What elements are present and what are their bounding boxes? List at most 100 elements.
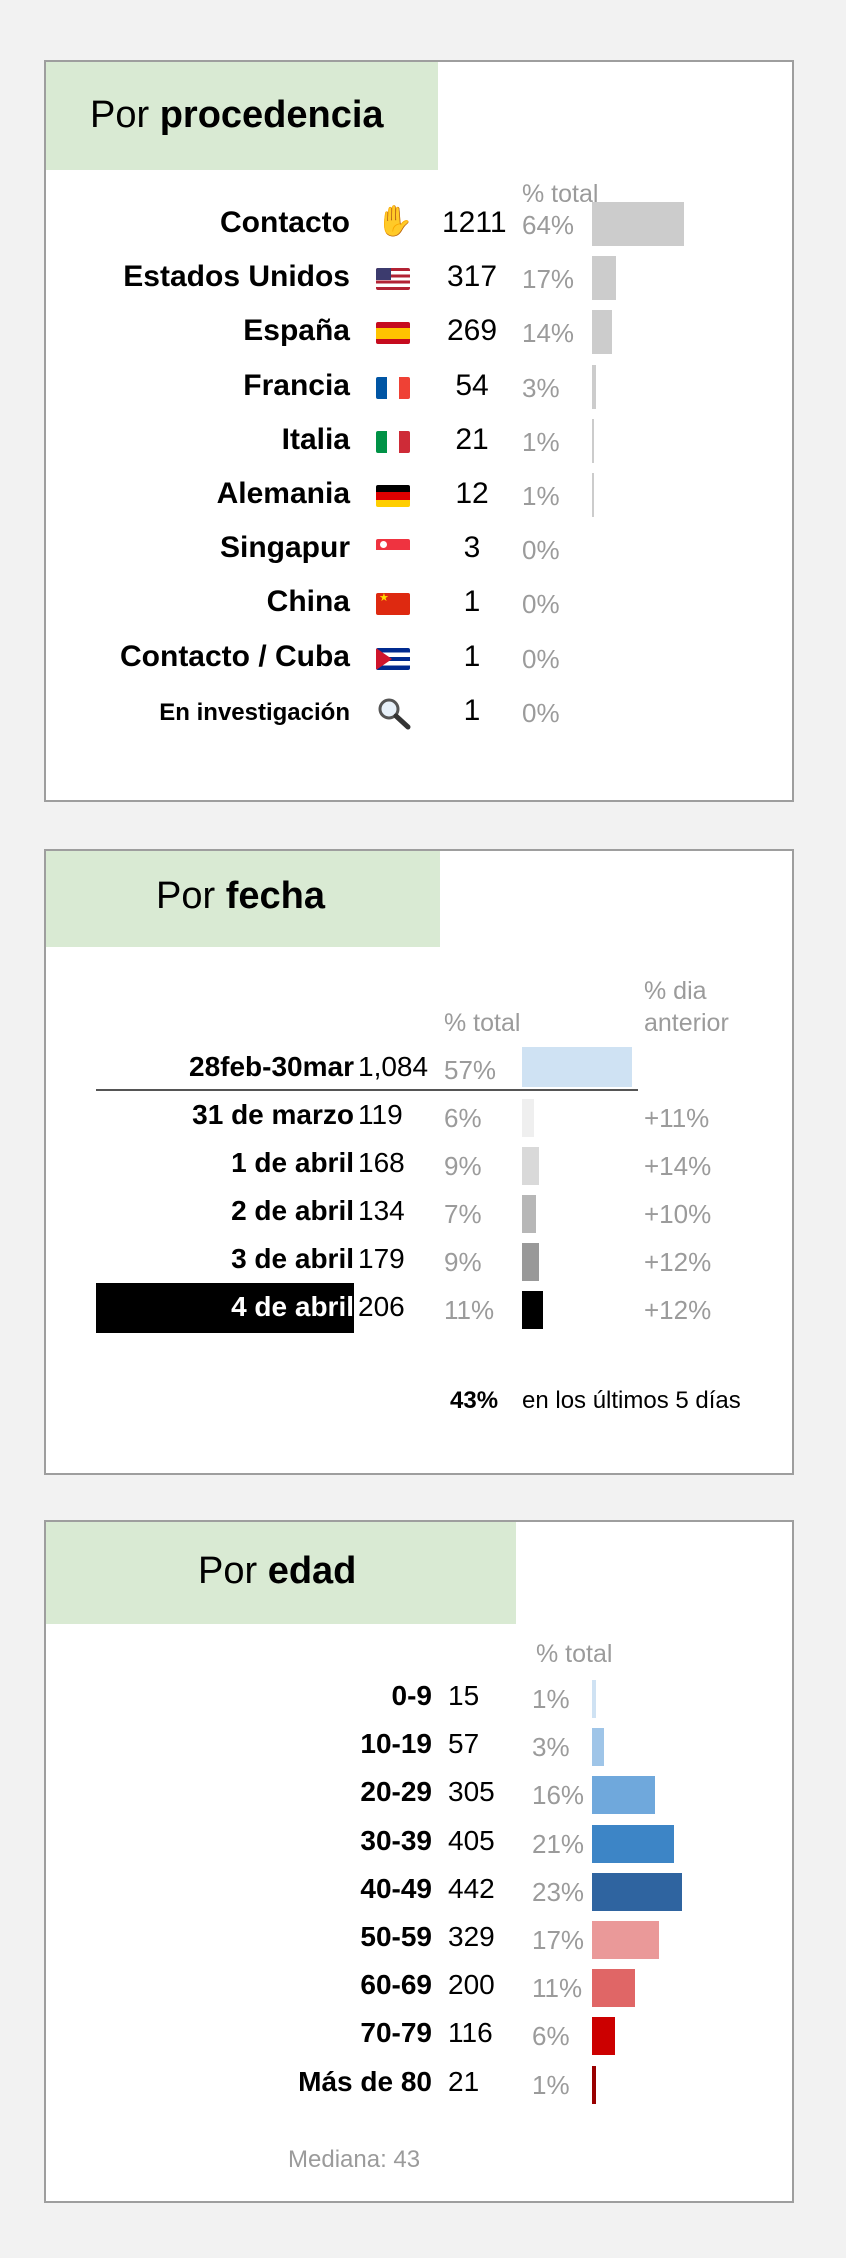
procedencia-label: Francia (243, 368, 350, 402)
fecha-pct-header: % total (444, 1009, 521, 1037)
edad-label: 60-69 (360, 1969, 432, 2001)
procedencia-value: 3 (463, 531, 481, 565)
fecha-bar (522, 1099, 534, 1137)
procedencia-value: 54 (455, 368, 489, 402)
edad-bar (592, 1728, 604, 1767)
spain-flag-icon (376, 322, 410, 345)
procedencia-label: Estados Unidos (123, 260, 350, 294)
fecha-bar (522, 1047, 632, 1087)
fecha-label: 3 de abril (231, 1243, 354, 1274)
procedencia-label: España (243, 314, 350, 348)
procedencia-row: En investigación 1 0% (46, 690, 796, 734)
procedencia-bar (592, 256, 617, 301)
fecha-bar (522, 1291, 544, 1329)
procedencia-pct: 0% (522, 697, 560, 728)
edad-label: 10-19 (360, 1728, 432, 1760)
procedencia-label: Contacto (220, 206, 350, 239)
edad-label: 30-39 (360, 1824, 432, 1856)
edad-label: 40-49 (360, 1872, 432, 1904)
fecha-label: 2 de abril (231, 1195, 354, 1226)
edad-row: 50-59 329 17% (46, 1917, 796, 1961)
procedencia-bar (592, 202, 684, 246)
procedencia-value: 1 (463, 585, 481, 619)
edad-title: Por edad (198, 1550, 357, 1592)
fecha-value: 179 (358, 1243, 405, 1274)
fecha-summary-text: en los últimos 5 días (522, 1387, 741, 1414)
edad-row: 10-19 57 3% (46, 1724, 796, 1768)
edad-value: 21 (448, 2065, 480, 2097)
procedencia-row: Contacto / Cuba 1 0% (46, 636, 796, 680)
procedencia-row: China ★ 1 0% (46, 581, 796, 625)
china-flag-icon: ★ (376, 593, 410, 616)
edad-pct: 3% (532, 1732, 570, 1763)
procedencia-value: 21 (455, 422, 489, 456)
edad-bar (592, 1872, 682, 1911)
procedencia-header: Por procedencia (46, 62, 438, 170)
procedencia-label: Singapur (219, 531, 350, 565)
procedencia-pct: 1% (522, 481, 560, 511)
procedencia-bar (592, 364, 597, 409)
procedencia-pct: 17% (522, 264, 575, 295)
procedencia-pct: 64% (522, 210, 575, 240)
edad-bar (592, 1680, 596, 1718)
procedencia-row: Italia 21 1% (46, 418, 796, 463)
edad-pct: 17% (532, 1925, 585, 1955)
edad-pct: 11% (532, 1973, 583, 2004)
edad-pct-header: % total (536, 1640, 613, 1668)
raised-hand-icon: ✋ (376, 205, 414, 238)
fecha-value: 168 (358, 1147, 405, 1178)
procedencia-row: Alemania 12 1% (46, 473, 796, 517)
fecha-pct: 11% (444, 1295, 495, 1325)
fecha-prev-header-line1: % dia (644, 977, 707, 1005)
fecha-bar (522, 1147, 540, 1185)
edad-pct: 21% (532, 1828, 585, 1859)
edad-label: 0-9 (391, 1680, 432, 1711)
procedencia-value: 1211 (442, 206, 507, 239)
edad-value: 57 (448, 1728, 480, 1760)
edad-value: 116 (448, 2017, 493, 2049)
edad-row: 20-29 305 16% (46, 1772, 796, 1816)
procedencia-label: Contacto / Cuba (120, 639, 350, 673)
cuba-flag-icon (376, 647, 410, 670)
procedencia-value: 1 (463, 693, 481, 727)
magnifier-icon (376, 696, 412, 730)
edad-pct: 1% (532, 2069, 570, 2100)
edad-value: 405 (448, 1824, 495, 1856)
fecha-value: 1,084 (358, 1051, 429, 1082)
procedencia-pct: 1% (522, 426, 560, 457)
edad-pct: 16% (532, 1780, 585, 1811)
edad-row: 40-49 442 23% (46, 1869, 796, 1913)
edad-value: 305 (448, 1776, 495, 1808)
procedencia-pct: 14% (522, 318, 575, 349)
procedencia-row: Estados Unidos 317 17% (46, 256, 796, 301)
fecha-label: 28feb-30mar (189, 1051, 354, 1082)
procedencia-value: 1 (463, 639, 481, 673)
fecha-panel: Por fecha % total % dia anterior 28feb-3… (44, 849, 794, 1475)
procedencia-label: Alemania (216, 477, 350, 510)
edad-bar (592, 1824, 675, 1863)
procedencia-label: En investigación (159, 698, 350, 726)
fecha-bar (522, 1195, 536, 1233)
fecha-prev-change: +11% (644, 1103, 710, 1133)
fecha-prev-change: +10% (644, 1199, 712, 1229)
fecha-pct: 6% (444, 1103, 482, 1133)
fecha-pct: 57% (444, 1055, 497, 1085)
edad-label: Más de 80 (298, 2065, 432, 2097)
procedencia-value: 317 (446, 260, 498, 294)
fecha-pct: 7% (444, 1199, 482, 1229)
procedencia-row: Contacto ✋ 1211 64% (46, 202, 796, 246)
fecha-row: 28feb-30mar 1,084 57% (46, 1047, 796, 1091)
edad-bar (592, 1969, 636, 2008)
germany-flag-icon (376, 485, 410, 507)
edad-row: 60-69 200 11% (46, 1965, 796, 2009)
us-flag-icon (376, 268, 410, 291)
procedencia-row: Singapur 3 0% (46, 527, 796, 571)
fecha-label: 1 de abril (231, 1147, 354, 1178)
procedencia-pct: 0% (522, 535, 560, 566)
edad-bar (592, 2065, 596, 2104)
fecha-label: 4 de abril (231, 1291, 354, 1322)
edad-value: 15 (448, 1680, 480, 1711)
edad-row: 30-39 405 21% (46, 1821, 796, 1865)
fecha-row: 1 de abril 168 9% +14% (46, 1143, 796, 1187)
fecha-prev-change: +12% (644, 1295, 712, 1325)
